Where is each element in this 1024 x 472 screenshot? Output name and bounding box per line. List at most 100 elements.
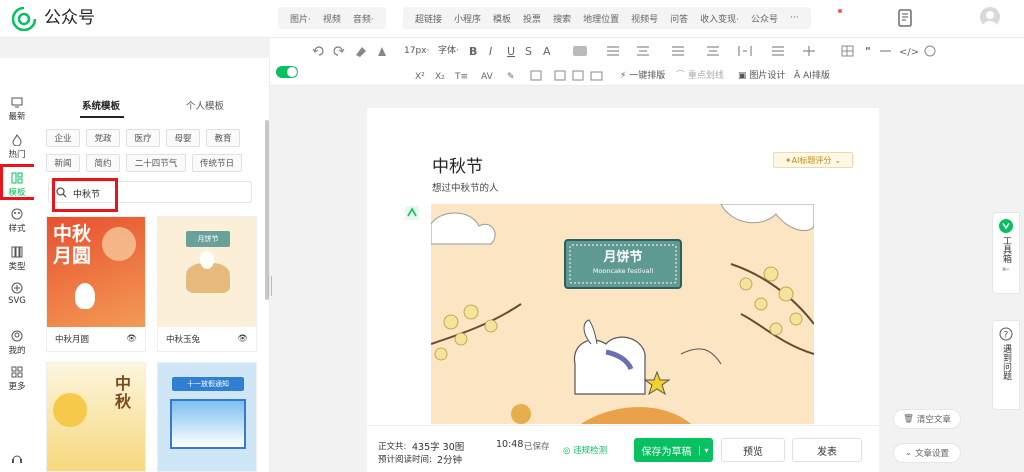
insert-channels[interactable]: 视频号 (625, 12, 664, 25)
thumbnail-art-text: 中秋 月圆 (53, 223, 92, 267)
tag-enterprise[interactable]: 企业 (46, 129, 80, 147)
mooncake-festival-illustration[interactable]: 月饼节 Mooncake festivall (431, 204, 814, 424)
shield-check-icon: ◎ (563, 446, 574, 456)
phone-preview-icon[interactable] (894, 8, 916, 28)
rail-hot-label: 热门 (8, 150, 26, 160)
thumbnail-art-text: 中 秋 (114, 374, 131, 411)
tag-education[interactable]: 教育 (206, 129, 240, 147)
violation-check-button[interactable]: ◎ 违规检测 (563, 444, 607, 456)
panel-scrollbar[interactable] (265, 120, 269, 300)
headset-icon[interactable] (0, 452, 34, 464)
insert-group-more: 超链接 小程序 模板 投票 搜索 地理位置 视频号 问答 收入变现· 公众号 ·… (403, 7, 811, 29)
svg-text:AV: AV (481, 72, 494, 82)
tag-medical[interactable]: 医疗 (126, 129, 160, 147)
help-widget[interactable]: ? 遇到问题 (992, 320, 1020, 410)
font-family-select[interactable]: 字体· (438, 45, 459, 57)
panel-resize-handle[interactable] (268, 276, 272, 296)
rail-item-latest[interactable]: 最新 (0, 96, 34, 122)
one-click-layout-label: 一键排版 (629, 71, 666, 81)
flame-icon (11, 134, 23, 146)
article-settings-button[interactable]: ⌄ 文章设置 (893, 443, 961, 463)
user-avatar[interactable] (980, 7, 1000, 27)
svg-text:?: ? (1004, 331, 1009, 341)
insert-audio-menu[interactable]: 音频· (347, 12, 380, 25)
more-menu[interactable]: ··· (784, 13, 805, 23)
rail-more-label: 更多 (8, 382, 26, 392)
tab-personal-templates[interactable]: 个人模板 (186, 98, 224, 112)
template-thumbnail: 十一放假通知 (158, 363, 256, 471)
rail-item-hot[interactable]: 热门 (0, 134, 34, 160)
rail-item-svg[interactable]: SVG (0, 282, 34, 306)
saved-label: 已保存 (524, 442, 550, 452)
insert-hyperlink[interactable]: 超链接 (409, 12, 448, 25)
rail-latest-label: 最新 (8, 112, 26, 122)
insert-template[interactable]: 模板 (487, 12, 517, 25)
template-thumbnail: 中 秋 (47, 363, 145, 471)
template-card[interactable]: 中秋 月圆 中秋月圆 👁 (46, 216, 146, 352)
insert-qa[interactable]: 问答 (664, 12, 694, 25)
chevron-down-icon[interactable]: ▾ (699, 445, 713, 455)
publish-button[interactable]: 发表 (792, 438, 862, 462)
tag-news[interactable]: 新闻 (46, 154, 80, 172)
panel-toggle-switch[interactable] (276, 66, 298, 78)
insert-location[interactable]: 地理位置 (577, 12, 625, 25)
insert-video-menu[interactable]: 视频 (317, 12, 347, 25)
image-design-button[interactable]: ▣ 图片设计 (738, 70, 785, 82)
tag-traditional-festivals[interactable]: 传统节日 (192, 154, 242, 172)
tag-party[interactable]: 党政 (86, 129, 120, 147)
template-card[interactable]: 月饼节 中秋玉兔 👁 (157, 216, 257, 352)
template-card-caption: 中秋月圆 👁 (47, 327, 145, 351)
svg-text:S: S (525, 45, 532, 58)
svg-text:X₂: X₂ (435, 72, 445, 82)
insert-search[interactable]: 搜索 (547, 12, 577, 25)
assistant-badge-icon[interactable] (405, 206, 419, 220)
tab-system-templates[interactable]: 系统模板 (82, 98, 120, 112)
insert-image-menu[interactable]: 图片· (284, 12, 317, 25)
tag-simple[interactable]: 简约 (86, 154, 120, 172)
active-tab-indicator (80, 116, 124, 118)
insert-miniprogram[interactable]: 小程序 (448, 12, 487, 25)
one-click-layout-button[interactable]: ⚡ 一键排版 (620, 70, 665, 82)
rail-item-types[interactable]: 类型 (0, 246, 34, 272)
rail-item-mine[interactable]: 我的 (0, 330, 34, 356)
sky-window-shape (170, 399, 246, 449)
clear-article-button[interactable]: 🗑 清空文章 (893, 409, 961, 429)
save-time: 10:48 (496, 439, 524, 450)
eye-icon[interactable]: 👁 (126, 334, 137, 344)
image-design-label: 图片设计 (749, 71, 786, 81)
template-card[interactable]: 十一放假通知 (157, 362, 257, 472)
toolbox-label: 工具箱 (1001, 236, 1011, 263)
ai-layout-button[interactable]: Ā AI排版 (794, 70, 830, 82)
notification-dot (838, 9, 842, 13)
article-author[interactable]: 想过中秋节的人 (432, 180, 499, 194)
toolbox-widget[interactable]: 工具箱 ⇤ (992, 212, 1020, 294)
clear-article-label: 清空文章 (916, 415, 951, 425)
tag-solar-terms[interactable]: 二十四节气 (126, 154, 186, 172)
font-size-select[interactable]: 17px· (404, 45, 429, 57)
ai-title-score-button[interactable]: ✦ AI标题评分 ⌄ (773, 152, 853, 168)
word-count-label: 正文共: (378, 442, 407, 452)
rail-mine-label: 我的 (8, 346, 26, 356)
rabbit-shape (75, 283, 95, 309)
article-settings-label: 文章设置 (915, 449, 950, 459)
wechat-logo-icon (12, 7, 36, 31)
insert-monetize[interactable]: 收入变现· (694, 12, 745, 25)
rail-item-more[interactable]: 更多 (0, 366, 34, 392)
rabbit-shape (200, 251, 214, 269)
template-card[interactable]: 中 秋 (46, 362, 146, 472)
tag-maternal[interactable]: 母婴 (166, 129, 200, 147)
article-title[interactable]: 中秋节 (432, 152, 483, 177)
left-rail: 最新 热门 模板 样式 类型 SVG 我的 更多 (0, 58, 34, 472)
rail-item-styles[interactable]: 样式 (0, 208, 34, 234)
violation-check-label: 违规检测 (573, 446, 608, 456)
chevron-down-icon: ⌄ (904, 448, 913, 458)
insert-account[interactable]: 公众号 (745, 12, 784, 25)
preview-button[interactable]: 预览 (721, 438, 785, 462)
insert-vote[interactable]: 投票 (517, 12, 547, 25)
key-underline-button[interactable]: ⌒ 重点划线 (676, 70, 724, 82)
save-draft-label: 保存为草稿 (641, 446, 692, 458)
moon-shape (53, 393, 87, 427)
eye-icon[interactable]: 👁 (237, 334, 248, 344)
rail-types-label: 类型 (8, 262, 26, 272)
save-draft-button[interactable]: 保存为草稿 ▾ (634, 438, 713, 462)
